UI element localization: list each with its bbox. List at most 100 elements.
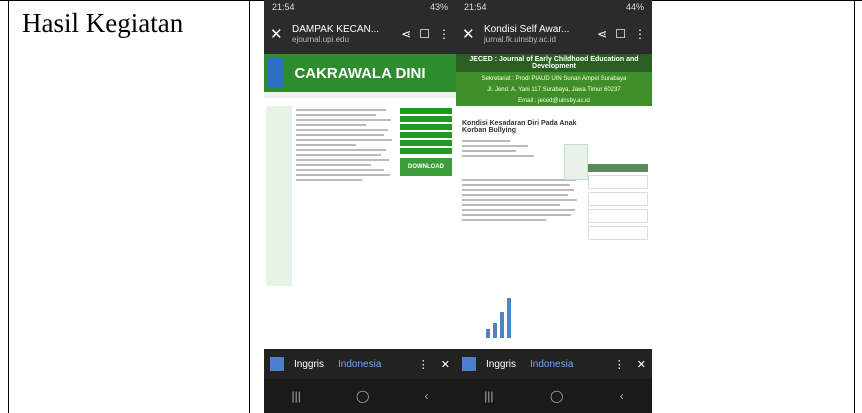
text-line — [296, 134, 384, 136]
stats-chart — [486, 294, 536, 338]
journal-banner: JECED : Journal of Early Childhood Educa… — [456, 54, 652, 106]
text-line — [462, 184, 570, 186]
text-line — [296, 124, 366, 126]
translate-lang-indonesian[interactable]: Indonesia — [338, 359, 381, 370]
row-label: Hasil Kegiatan — [22, 8, 184, 38]
sidebar-box[interactable] — [588, 175, 648, 189]
chart-bar — [507, 298, 511, 338]
text-line — [296, 174, 390, 176]
sidebar-link[interactable] — [400, 116, 452, 122]
text-line — [462, 155, 534, 157]
text-line — [296, 129, 388, 131]
sidebar-box[interactable] — [588, 226, 648, 240]
android-navbar: ||| ◯ ‹ — [456, 379, 652, 413]
bookmark-icon[interactable]: ☐ — [419, 27, 430, 41]
text-line — [296, 119, 391, 121]
article-body — [296, 106, 396, 184]
text-line — [296, 114, 376, 116]
more-icon[interactable]: ⋮ — [438, 27, 450, 41]
sidebar-box[interactable] — [588, 209, 648, 223]
sidebar-link[interactable] — [400, 140, 452, 146]
phone-screenshot-1: 21:54 43% ✕ DAMPAK KECAN... ejournal.upi… — [264, 0, 456, 413]
banner-title: CAKRAWALA DINI — [294, 64, 426, 82]
text-line — [296, 164, 371, 166]
journal-banner: CAKRAWALA DINI — [264, 54, 456, 92]
sidebar-link[interactable] — [400, 108, 452, 114]
google-translate-icon — [462, 357, 476, 371]
download-button[interactable]: DOWNLOAD — [400, 158, 452, 176]
text-line — [462, 204, 561, 206]
chart-bar — [486, 329, 490, 338]
translate-lang-english[interactable]: Inggris — [486, 359, 516, 370]
sidebar-header — [588, 164, 648, 172]
page-title-block: Kondisi Self Awar... jurnal.fk.uinsby.ac… — [478, 24, 589, 44]
avatar — [564, 144, 588, 180]
text-line — [296, 139, 392, 141]
text-line — [462, 209, 575, 211]
chart-bar — [500, 311, 504, 338]
more-icon[interactable]: ⋮ — [418, 358, 429, 371]
sidebar-link[interactable] — [400, 124, 452, 130]
text-line — [296, 159, 389, 161]
close-icon[interactable]: ✕ — [462, 25, 478, 43]
right-sidebar: DOWNLOAD — [400, 106, 452, 176]
translate-bar: Inggris Indonesia ⋮ ✕ — [456, 349, 652, 379]
page-title-block: DAMPAK KECAN... ejournal.upi.edu — [286, 24, 393, 44]
table-border-mid — [249, 0, 250, 413]
webpage-content: CAKRAWALA DINI DOWNLOAD — [264, 54, 456, 349]
banner-line-3: Email : jeced@uinsby.ac.id — [518, 98, 590, 104]
sidebar-link[interactable] — [400, 132, 452, 138]
text-line — [296, 149, 386, 151]
home-icon[interactable]: ◯ — [550, 389, 563, 403]
page-title: DAMPAK KECAN... — [292, 24, 380, 35]
close-icon[interactable]: ✕ — [270, 25, 286, 43]
close-icon[interactable]: ✕ — [441, 358, 450, 371]
translate-bar: Inggris Indonesia ⋮ ✕ — [264, 349, 456, 379]
sidebar-box[interactable] — [588, 192, 648, 206]
translate-lang-indonesian[interactable]: Indonesia — [530, 359, 573, 370]
status-battery: 43% — [429, 2, 448, 12]
recents-icon[interactable]: ||| — [484, 389, 493, 403]
table-border-right — [854, 0, 855, 413]
text-line — [462, 150, 516, 152]
text-line — [462, 194, 568, 196]
bookmark-icon[interactable]: ☐ — [615, 27, 626, 41]
result-table: Hasil Kegiatan 21:54 43% ✕ DAMPAK KECAN.… — [0, 0, 862, 413]
text-line — [462, 189, 574, 191]
banner-line-2: Jl. Jend. A. Yani 117 Surabaya, Jawa Tim… — [487, 87, 621, 93]
page-url: jurnal.fk.uinsby.ac.id — [484, 35, 556, 44]
back-icon[interactable]: ‹ — [424, 389, 428, 403]
more-icon[interactable]: ⋮ — [634, 27, 646, 41]
nav-strip — [264, 92, 456, 98]
article-title: Kondisi Kesadaran Diri Pada Anak Korban … — [462, 120, 577, 134]
sidebar-link[interactable] — [400, 148, 452, 154]
browser-topbar: ✕ Kondisi Self Awar... jurnal.fk.uinsby.… — [456, 14, 652, 54]
text-line — [296, 169, 384, 171]
share-icon[interactable]: ⋖ — [401, 27, 411, 41]
right-sidebar — [588, 164, 648, 243]
status-bar: 21:54 43% — [264, 0, 456, 14]
chart-bar — [493, 322, 497, 338]
text-line — [462, 214, 572, 216]
more-icon[interactable]: ⋮ — [614, 358, 625, 371]
status-battery: 44% — [625, 2, 644, 12]
android-navbar: ||| ◯ ‹ — [264, 379, 456, 413]
text-line — [296, 179, 362, 181]
close-icon[interactable]: ✕ — [637, 358, 646, 371]
browser-topbar: ✕ DAMPAK KECAN... ejournal.upi.edu ⋖ ☐ ⋮ — [264, 14, 456, 54]
translate-lang-english[interactable]: Inggris — [294, 359, 324, 370]
text-line — [462, 140, 510, 142]
phone-screenshot-2: 21:54 44% ✕ Kondisi Self Awar... jurnal.… — [456, 0, 652, 413]
back-icon[interactable]: ‹ — [620, 389, 624, 403]
home-icon[interactable]: ◯ — [356, 389, 369, 403]
status-time: 21:54 — [272, 2, 295, 12]
share-icon[interactable]: ⋖ — [597, 27, 607, 41]
left-sidebar — [266, 106, 292, 286]
text-line — [296, 144, 356, 146]
banner-line-1: Sekretariat : Prodi PIAUD UIN Sunan Ampe… — [481, 76, 627, 82]
text-line — [462, 219, 546, 221]
text-line — [462, 179, 576, 181]
status-time: 21:54 — [464, 2, 487, 12]
recents-icon[interactable]: ||| — [292, 389, 301, 403]
google-translate-icon — [270, 357, 284, 371]
